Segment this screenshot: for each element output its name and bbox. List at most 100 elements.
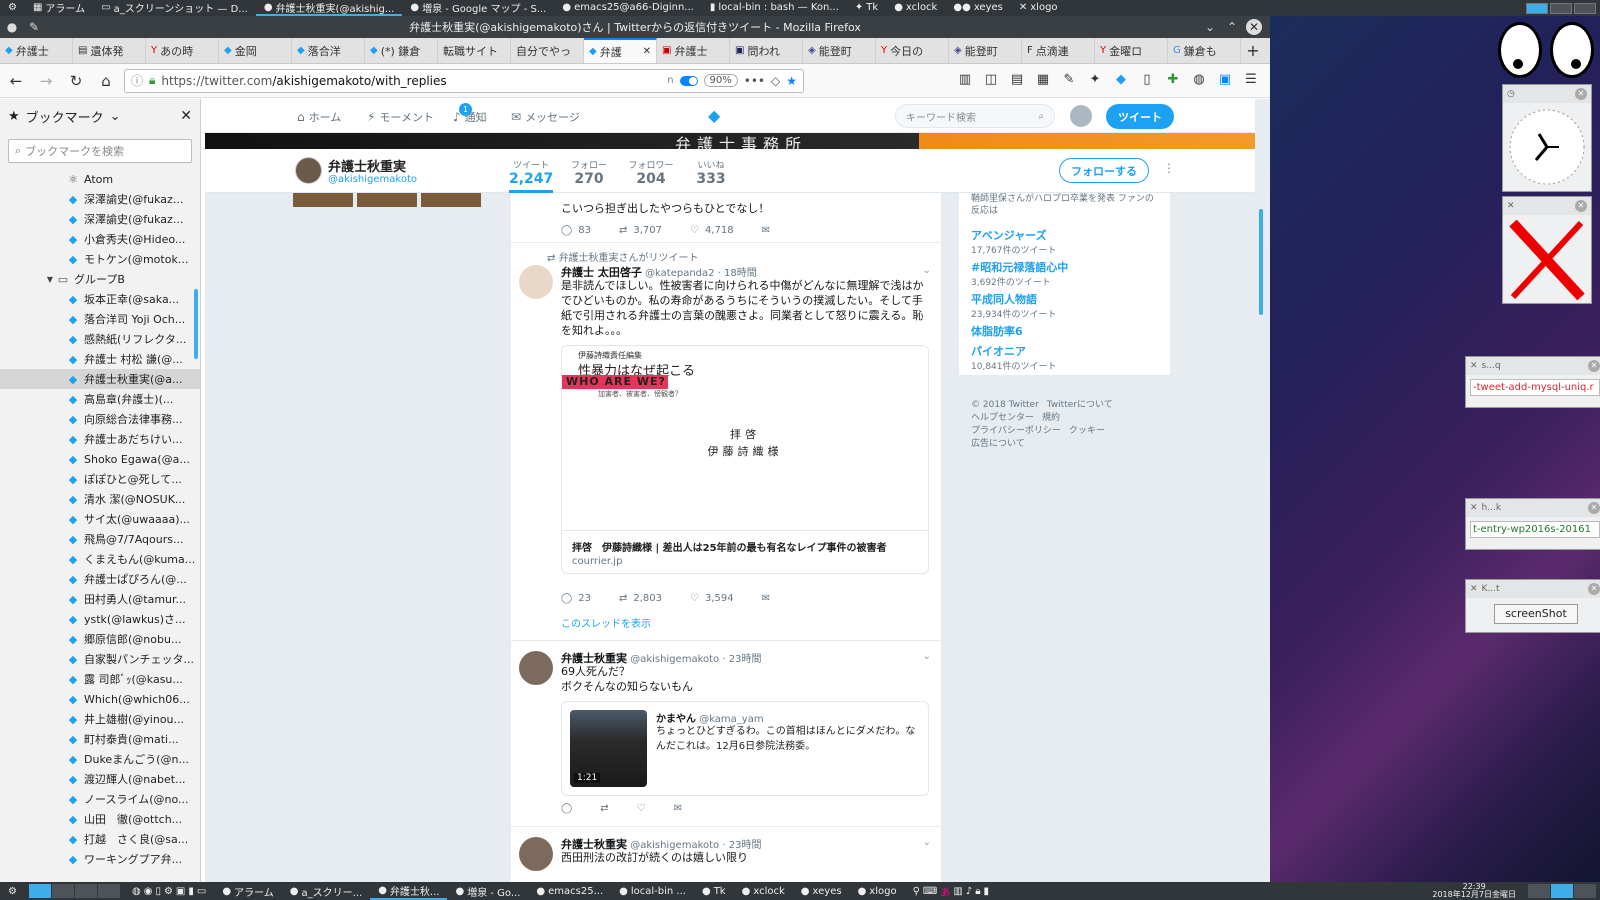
bookmark-item[interactable]: ◆ 深澤諭史(@fukaz... (0, 189, 200, 209)
profile-name[interactable]: 弁護士秋重実 (328, 156, 406, 175)
taskbar-clock[interactable]: 22:39 2018年12月7日金曜日 (1424, 883, 1524, 899)
bookmark-item[interactable]: ◆ サイ太(@uwaaaa)... (0, 509, 200, 529)
bookmark-item[interactable]: ◆ ノースライム(@no... (0, 789, 200, 809)
bookmark-item[interactable]: ◆ 飛鳥@7/7Aqours... (0, 529, 200, 549)
reply-button[interactable]: ◯ 23 (561, 593, 591, 604)
footer-ads-link[interactable]: 広告について (971, 439, 1025, 449)
window-titlebar[interactable]: ✕ K...t ✕ (1466, 580, 1600, 598)
tk-window-1[interactable]: ✕ s...q ✕ -tweet-add-mysql-uniq.r (1465, 356, 1600, 408)
reader-icon[interactable]: ▤ (1008, 72, 1026, 90)
bookmark-item[interactable]: ◆ 山田 徹(@ottch... (0, 809, 200, 829)
monitor-icon[interactable]: ▭ (197, 886, 206, 897)
tab-4[interactable]: ◆ 落合洋 (292, 38, 365, 63)
more-options-icon[interactable]: ⋮ (1163, 161, 1175, 175)
bookmark-item[interactable]: ⚛ Atom (0, 169, 200, 189)
bookmark-item[interactable]: ◆ 井上雄樹(@yinou... (0, 709, 200, 729)
bookmark-search-input[interactable]: ⌕ ブックマークを検索 (8, 139, 192, 163)
window-titlebar[interactable]: ● ✎ 弁護士秋重実(@akishigemakoto)さん | Twitterか… (0, 16, 1270, 38)
quoted-tweet[interactable]: 1:21 かまやん @kama_yam ちょっとひどすぎるわ。この首相はほんとに… (561, 701, 929, 796)
bookmark-item[interactable]: ◆ くまえもん(@kuma... (0, 549, 200, 569)
bookmark-item[interactable]: ◆ ystk(@lawkus)さ... (0, 609, 200, 629)
taskbar-task[interactable]: ● local-bin ... (611, 882, 694, 900)
desktop-4[interactable] (97, 884, 120, 898)
tab-14[interactable]: F 点滴連 (1022, 38, 1095, 63)
bookmark-item[interactable]: ◆ 落合洋司 Yoji Och... (0, 309, 200, 329)
tweet-item[interactable]: ⇄ 弁護士秋重実さんがリツイート 弁護士 太田啓子 @katepanda2 · … (511, 243, 941, 641)
os-menu-button[interactable]: ⚙ (0, 0, 25, 16)
close-window-button[interactable]: ✕ (1246, 19, 1262, 35)
zoom-indicator[interactable]: 90% (703, 74, 738, 87)
desktop-1[interactable] (28, 884, 51, 898)
home-button[interactable]: ⌂ (94, 69, 118, 93)
retweet-button[interactable]: ⇄ 3,707 (619, 225, 662, 236)
tab-10[interactable]: ▣ 問われ (730, 38, 803, 63)
tab-3[interactable]: ◆ 金岡 (219, 38, 292, 63)
volume-icon[interactable]: ♪ (966, 886, 972, 897)
tweet-item[interactable]: 弁護士秋重実 @akishigemakoto · 23時間 ⌄ 西田刑法の改訂が… (511, 827, 941, 882)
stat-followers[interactable]: フォロワー 204 (625, 158, 677, 187)
back-button[interactable]: ← (4, 69, 28, 93)
desktop-3[interactable] (1574, 884, 1596, 898)
trend-item[interactable]: 体脂肪率6 (971, 323, 1023, 339)
chevron-down-icon[interactable]: ⌄ (923, 265, 931, 276)
os-task-maps[interactable]: ● 増泉 - Google マップ - S... (402, 0, 554, 16)
page-scrollbar[interactable] (1259, 209, 1263, 315)
extension-icon[interactable]: ✦ (1086, 72, 1104, 90)
url-text[interactable]: https://twitter.com/akishigemakoto/with_… (161, 74, 661, 88)
bookmark-item[interactable]: ◆ 小倉秀夫(@Hideo... (0, 229, 200, 249)
reply-button[interactable]: ◯ 83 (561, 225, 591, 236)
sidebar-scrollbar[interactable] (194, 289, 198, 359)
close-icon[interactable]: ✕ (1588, 583, 1600, 595)
tweet-avatar[interactable] (519, 837, 553, 871)
tweet-item[interactable]: こいつら担ぎ出したやつらもひとでなし！ ◯ 83 ⇄ 3,707 ♡ 4,718 ✉ (511, 193, 941, 243)
tab-16[interactable]: G 鎌倉も (1168, 38, 1241, 63)
twitter-search-input[interactable]: キーワード検索 ⌕ (895, 104, 1055, 128)
minimize-button[interactable]: ⌄ (1202, 19, 1218, 35)
show-thread-link[interactable]: このスレッドを表示 (561, 615, 651, 630)
ime-icon[interactable]: あ (940, 884, 950, 899)
reply-button[interactable]: ◯ (561, 803, 572, 814)
bookmark-item[interactable]: ◆ 高島章(弁護士)(... (0, 389, 200, 409)
clipboard-icon[interactable]: ▯ (1138, 72, 1156, 90)
bookmark-item[interactable]: ◆ 弁護士あだちけい... (0, 429, 200, 449)
taskbar-task[interactable]: ● xeyes (793, 882, 850, 900)
virtual-desktop-pager[interactable] (1526, 2, 1600, 14)
chevron-down-icon[interactable]: ⌄ (110, 109, 121, 124)
footer-cookie-link[interactable]: クッキー (1069, 426, 1105, 436)
footer-terms-link[interactable]: 規約 (1042, 413, 1060, 423)
sidebar-icon[interactable]: ◫ (982, 72, 1000, 90)
tab-6[interactable]: 転職サイト (438, 38, 511, 63)
network-icon[interactable]: ▥ (953, 886, 962, 897)
user-avatar[interactable] (1070, 105, 1092, 127)
nav-home[interactable]: ⌂ ホーム (297, 109, 341, 125)
os-task-alarm[interactable]: ▦ アラーム (25, 0, 93, 16)
menu-icon[interactable]: ☰ (1242, 72, 1260, 90)
bookmark-item[interactable]: ◆ 打越 さく良(@sa... (0, 829, 200, 849)
window-titlebar[interactable]: ✕ ✕ (1503, 197, 1591, 215)
url-bar[interactable]: ⓘ 🔒︎ https://twitter.com/akishigemakoto/… (124, 68, 804, 93)
taskbar-pager[interactable] (25, 884, 124, 898)
file-icon[interactable]: ▯ (155, 886, 161, 897)
tab-8-active[interactable]: ◆ 弁護 ✕ (584, 38, 657, 63)
reload-button[interactable]: ↻ (64, 69, 88, 93)
tab-12[interactable]: Y 今日の (876, 38, 949, 63)
pin-icon[interactable]: ✎ (26, 19, 42, 35)
bookmark-item[interactable]: ◆ 町村泰貴(@mati... (0, 729, 200, 749)
dm-button[interactable]: ✉ (762, 593, 770, 604)
like-button[interactable]: ♡ 3,594 (690, 593, 734, 604)
close-sidebar-icon[interactable]: ✕ (180, 108, 192, 124)
tray-icon[interactable]: ⚲ (913, 886, 920, 897)
sidebar-title[interactable]: ブックマーク (26, 107, 104, 126)
os-task-xclock[interactable]: ● xclock (886, 0, 945, 16)
window-titlebar[interactable]: ✕ s...q ✕ (1466, 357, 1600, 375)
bookmark-item[interactable]: ◆ 渡辺輝人(@nabet... (0, 769, 200, 789)
bookmark-item[interactable]: ◆ Shoko Egawa(@a... (0, 449, 200, 469)
like-button[interactable]: ♡ 4,718 (690, 225, 734, 236)
bookmark-item[interactable]: ◆ 自家製パンチェッタ... (0, 649, 200, 669)
desktop-3[interactable] (74, 884, 97, 898)
bookmark-item[interactable]: ◆ 弁護士 村松 謙(@... (0, 349, 200, 369)
like-button[interactable]: ♡ (637, 803, 646, 814)
xeyes-window[interactable] (1498, 16, 1600, 84)
retweet-button[interactable]: ⇄ (600, 803, 608, 814)
info-icon[interactable]: ⓘ (131, 72, 143, 89)
